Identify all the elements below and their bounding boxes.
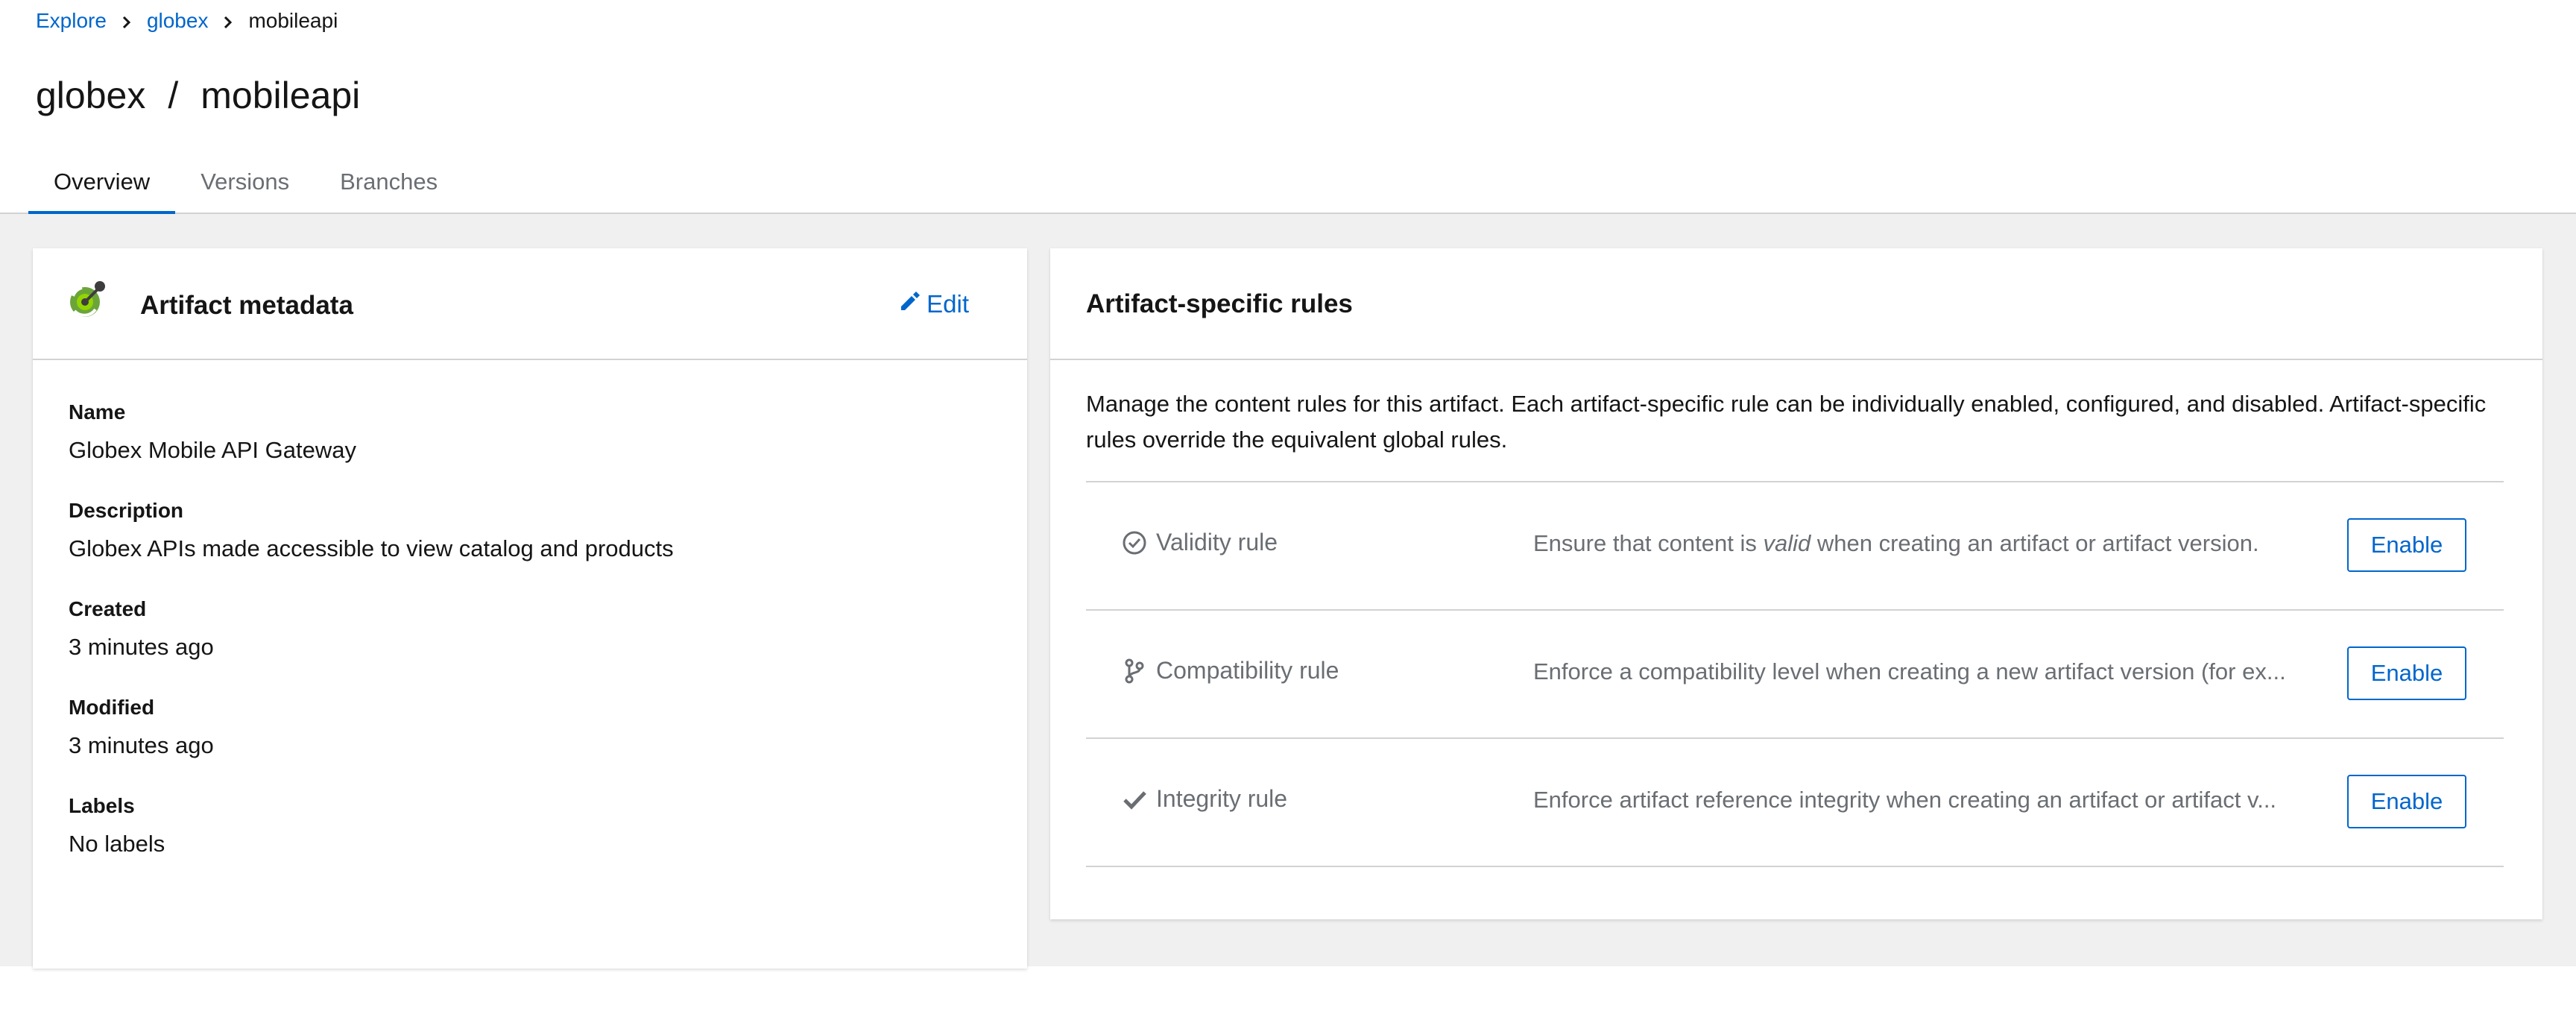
metadata-field-name: Name Globex Mobile API Gateway (69, 397, 674, 473)
rules-card-title: Artifact-specific rules (1086, 289, 1353, 318)
tab-versions[interactable]: Versions (175, 158, 315, 214)
enable-integrity-rule-button[interactable]: Enable (2347, 775, 2466, 828)
field-value: Globex APIs made accessible to view cata… (69, 535, 674, 561)
rule-name-label: Integrity rule (1156, 785, 1288, 812)
breadcrumb: Explore globex mobileapi (36, 7, 338, 34)
metadata-card-title: Artifact metadata (140, 291, 353, 320)
rule-name: Compatibility rule (1122, 657, 1339, 684)
rule-description: Enforce artifact reference integrity whe… (1533, 787, 2308, 813)
check-icon (1122, 787, 1147, 812)
breadcrumb-current: mobileapi (248, 9, 338, 32)
rule-desc-emphasis: valid (1763, 530, 1811, 556)
rule-row-validity: Validity rule Ensure that content is val… (1086, 482, 2504, 611)
rule-name-label: Compatibility rule (1156, 657, 1339, 684)
rule-desc-text: Ensure that content is (1533, 530, 1764, 556)
field-value: 3 minutes ago (69, 732, 214, 758)
rule-name: Validity rule (1122, 529, 1278, 556)
field-label: Labels (69, 794, 135, 817)
rules-card-header: Artifact-specific rules (1050, 248, 2542, 360)
rules-description: Manage the content rules for this artifa… (1086, 391, 2487, 453)
field-label: Created (69, 597, 147, 620)
metadata-field-created: Created 3 minutes ago (69, 594, 674, 670)
rules-list: Validity rule Ensure that content is val… (1086, 481, 2504, 867)
tab-bar: Overview Versions Branches (28, 158, 463, 215)
metadata-field-labels: Labels No labels (69, 791, 674, 867)
chevron-right-icon (208, 9, 248, 33)
edit-metadata-button[interactable]: Edit (898, 290, 969, 318)
title-artifact: mobileapi (201, 75, 361, 116)
rule-desc-text: Enforce artifact reference integrity whe… (1533, 787, 2277, 813)
edit-label: Edit (926, 290, 969, 318)
page-title: globex / mobileapi (36, 72, 360, 119)
field-value: Globex Mobile API Gateway (69, 437, 356, 463)
metadata-card-header: Artifact metadata Edit (33, 248, 1027, 360)
metadata-fields: Name Globex Mobile API Gateway Descripti… (69, 397, 674, 890)
tab-overview[interactable]: Overview (28, 158, 176, 215)
pencil-icon (898, 290, 926, 318)
main-content: Artifact metadata Edit Name Globex Mobil… (0, 214, 2576, 969)
rule-name-label: Validity rule (1156, 529, 1278, 556)
rule-row-compatibility: Compatibility rule Enforce a compatibili… (1086, 611, 2504, 739)
enable-compatibility-rule-button[interactable]: Enable (2347, 646, 2466, 700)
metadata-field-description: Description Globex APIs made accessible … (69, 496, 674, 572)
enable-validity-rule-button[interactable]: Enable (2347, 518, 2466, 572)
rule-desc-text-end: when creating an artifact or artifact ve… (1811, 530, 2259, 556)
field-label: Modified (69, 696, 155, 719)
page-header: Explore globex mobileapi globex / mobile… (0, 0, 2576, 215)
title-separator: / (168, 75, 179, 116)
openapi-logo-icon (66, 278, 110, 323)
chevron-right-icon (107, 9, 147, 33)
rule-description: Enforce a compatibility level when creat… (1533, 658, 2308, 685)
breadcrumb-group[interactable]: globex (147, 9, 209, 33)
artifact-metadata-card: Artifact metadata Edit Name Globex Mobil… (33, 248, 1027, 969)
check-circle-icon (1122, 530, 1147, 556)
metadata-field-modified: Modified 3 minutes ago (69, 693, 674, 769)
tab-branches[interactable]: Branches (315, 158, 463, 214)
title-group: globex (36, 75, 146, 116)
field-label: Description (69, 499, 184, 522)
field-label: Name (69, 400, 126, 424)
breadcrumb-explore[interactable]: Explore (36, 9, 107, 33)
rule-name: Integrity rule (1122, 785, 1287, 813)
rule-row-integrity: Integrity rule Enforce artifact referenc… (1086, 739, 2504, 867)
field-value: 3 minutes ago (69, 634, 214, 660)
rule-description: Ensure that content is valid when creati… (1533, 530, 2308, 557)
field-value: No labels (69, 831, 165, 857)
rule-desc-text: Enforce a compatibility level when creat… (1533, 658, 2286, 684)
code-branch-icon (1122, 658, 1147, 684)
artifact-rules-card: Artifact-specific rules Manage the conte… (1050, 248, 2542, 919)
